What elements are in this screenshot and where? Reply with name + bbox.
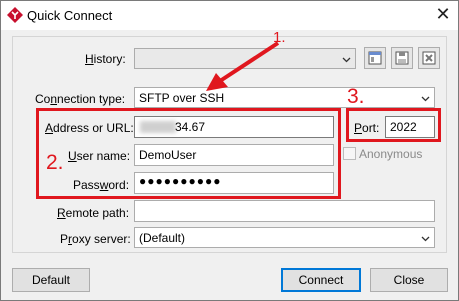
address-label: Address or URL: — [45, 121, 134, 135]
connect-button[interactable]: Connect — [281, 268, 361, 292]
chevron-down-icon — [342, 57, 351, 63]
remote-path-label: Remote path: — [57, 206, 130, 220]
step3-label: 3. — [347, 85, 365, 108]
window-icon — [368, 51, 382, 65]
password-label: Password: — [73, 178, 130, 192]
close-button[interactable]: Close — [370, 268, 448, 292]
step2-label: 2. — [46, 151, 64, 174]
history-label: History: — [85, 52, 126, 66]
remote-path-input[interactable] — [134, 200, 435, 222]
window-title: Quick Connect — [27, 8, 113, 23]
delete-history-button[interactable] — [418, 47, 440, 69]
username-label: User name: — [68, 149, 131, 163]
delete-icon — [422, 51, 436, 65]
proxy-server-label: Proxy server: — [60, 232, 131, 246]
save-history-button[interactable] — [391, 47, 413, 69]
title-bar: Quick Connect ✕ — [1, 1, 458, 30]
app-logo-icon — [7, 7, 23, 23]
password-input[interactable]: ●●●●●●●●●● — [134, 172, 334, 194]
chevron-down-icon — [421, 96, 430, 102]
connection-type-label: Connection type: — [35, 92, 126, 106]
chevron-down-icon — [421, 236, 430, 242]
close-window-button[interactable]: ✕ — [428, 1, 458, 30]
quick-connect-dialog: Quick Connect ✕ History: Connection type… — [0, 0, 459, 301]
load-history-button[interactable] — [364, 47, 386, 69]
username-input[interactable]: DemoUser — [134, 144, 334, 166]
port-label: Port: — [354, 121, 380, 135]
arrow-icon — [206, 41, 280, 91]
anonymous-checkbox[interactable] — [343, 147, 356, 160]
save-icon — [395, 51, 409, 65]
port-input[interactable]: 2022 — [385, 116, 435, 138]
redacted-host-mask — [140, 121, 176, 133]
proxy-server-dropdown[interactable]: (Default) — [134, 227, 435, 248]
anonymous-label: Anonymous — [359, 147, 423, 161]
default-button[interactable]: Default — [12, 268, 90, 292]
address-input[interactable]: 34.67 — [134, 116, 334, 138]
